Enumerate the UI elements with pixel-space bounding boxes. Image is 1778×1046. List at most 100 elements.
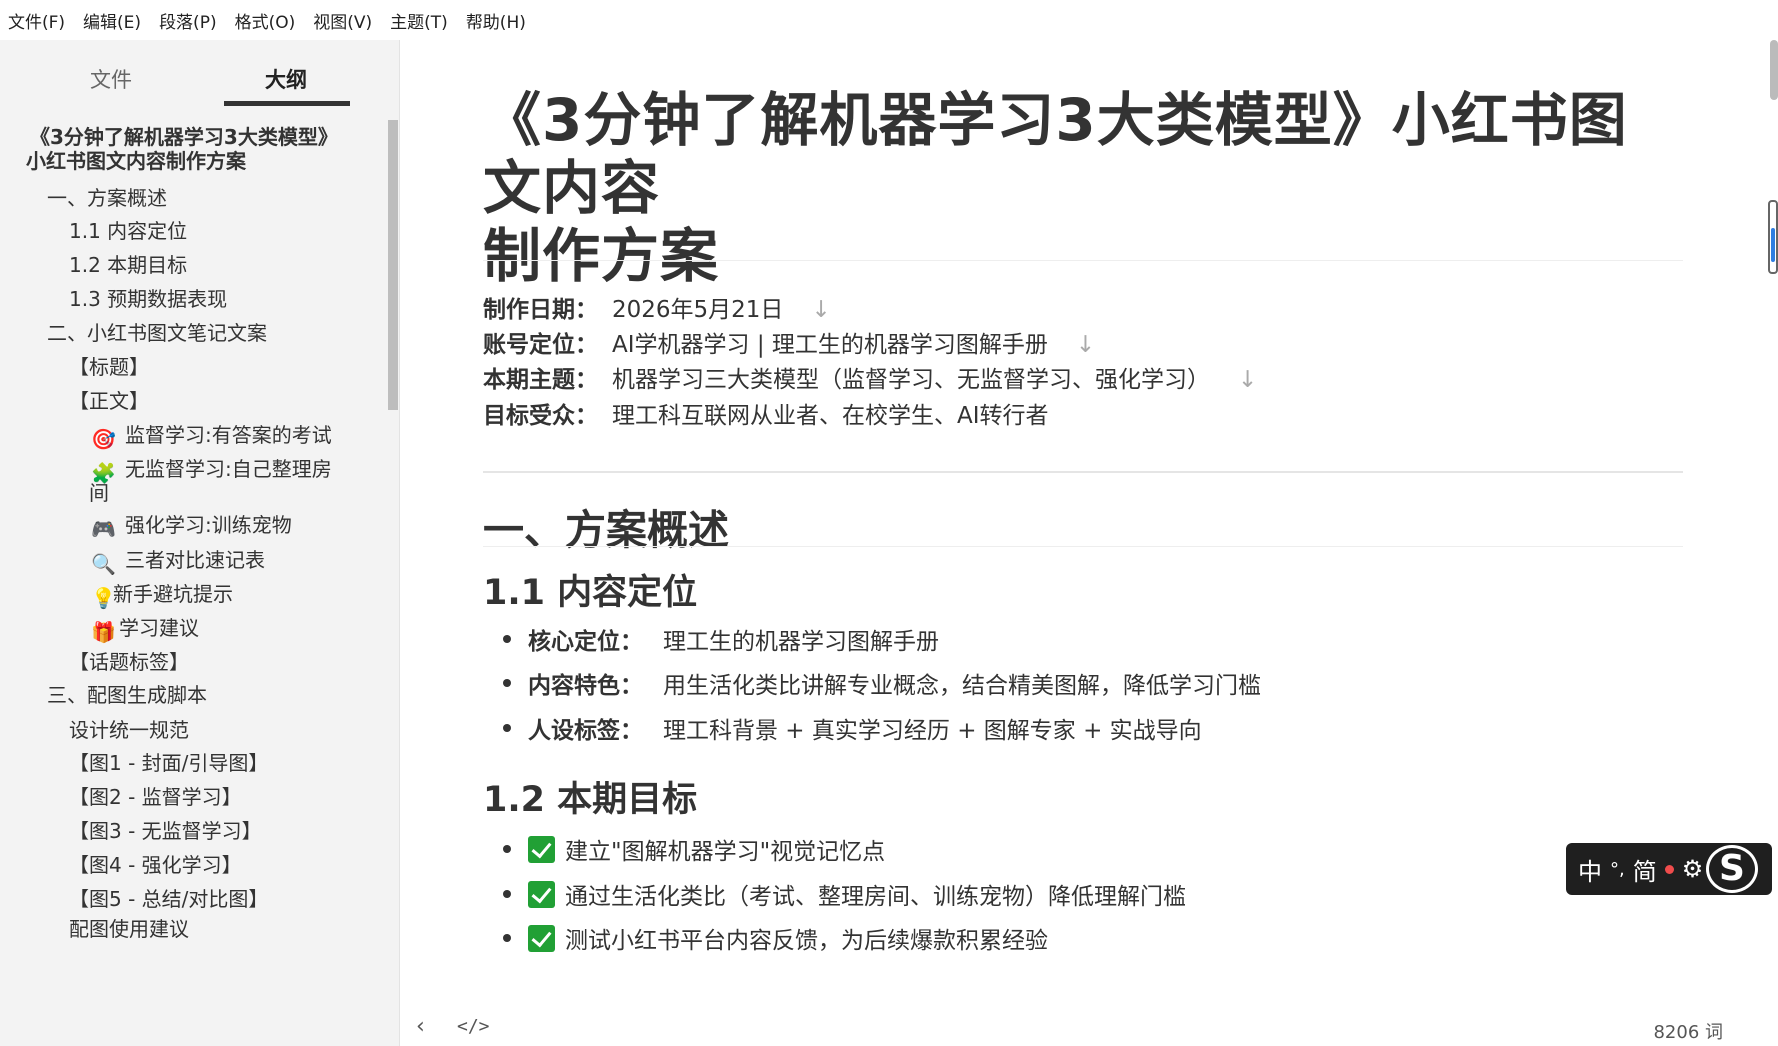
ime-logo-icon[interactable]: S xyxy=(1706,845,1758,893)
horizontal-rule xyxy=(483,471,1683,473)
editor-scrollbar-thumb[interactable] xyxy=(1770,40,1778,100)
sidebar-scrollbar[interactable] xyxy=(388,120,398,410)
word-count[interactable]: 8206 词 xyxy=(1653,1018,1723,1044)
meta-date: 制作日期： 2026年5月21日 ↓ xyxy=(483,290,831,324)
list-item-key: 人设标签： xyxy=(528,718,643,744)
heading-overview: 一、方案概述 xyxy=(483,506,729,554)
line-break-arrow-icon: ↓ xyxy=(811,297,831,323)
outline-item-goals[interactable]: 1.2 本期目标 xyxy=(69,252,187,278)
outline-item-fig5[interactable]: 【图5 - 总结/对比图】 xyxy=(69,886,268,912)
list-item: 通过生活化类比（考试、整理房间、训练宠物）降低理解门槛 xyxy=(503,877,1186,911)
document-title-line1: 《3分钟了解机器学习3大类模型》小红书图文内容 xyxy=(483,86,1628,222)
gear-icon[interactable]: ⚙ xyxy=(1682,855,1704,883)
outline-item-usage[interactable]: 配图使用建议 xyxy=(69,916,189,942)
sidebar-tabs: 文件 大纲 xyxy=(0,40,399,108)
outline-item-tags[interactable]: 【话题标签】 xyxy=(69,649,189,675)
tab-outline[interactable]: 大纲 xyxy=(265,64,307,94)
tab-files[interactable]: 文件 xyxy=(90,64,132,94)
meta-value: AI学机器学习 | 理工生的机器学习图解手册 xyxy=(612,332,1048,358)
line-break-arrow-icon: ↓ xyxy=(1238,367,1258,393)
outline-item-h1-script[interactable]: 三、配图生成脚本 xyxy=(47,682,207,708)
meta-account: 账号定位： AI学机器学习 | 理工生的机器学习图解手册 ↓ xyxy=(483,325,1095,359)
outline-item-unsupervised-cont[interactable]: 间 xyxy=(89,480,109,506)
outline-item-doc-title-cont[interactable]: 小红书图文内容制作方案 xyxy=(26,148,246,174)
checkmark-icon xyxy=(528,880,555,908)
source-code-toggle-icon[interactable]: </> xyxy=(457,1016,490,1037)
meta-value: 理工科互联网从业者、在校学生、AI转行者 xyxy=(612,403,1049,429)
outline-item-fig4[interactable]: 【图4 - 强化学习】 xyxy=(69,852,242,878)
outline-item-positioning[interactable]: 1.1 内容定位 xyxy=(69,218,187,244)
meta-key: 制作日期： xyxy=(483,297,598,323)
editor[interactable]: 《3分钟了解机器学习3大类模型》小红书图文内容 制作方案 制作日期： 2026年5… xyxy=(401,40,1771,1046)
list-item-value: 建立"图解机器学习"视觉记忆点 xyxy=(565,839,886,865)
menu-theme[interactable]: 主题(T) xyxy=(390,8,448,33)
gift-icon: 🎁 xyxy=(91,620,116,644)
bullet-icon xyxy=(503,934,511,942)
divider xyxy=(483,260,1683,261)
outline-item-fig1[interactable]: 【图1 - 封面/引导图】 xyxy=(69,750,268,776)
magnifier-icon: 🔍 xyxy=(91,552,116,576)
list-item-key: 内容特色： xyxy=(528,673,643,699)
outline-item-doc-title[interactable]: 《3分钟了解机器学习3大类模型》 xyxy=(30,124,338,150)
list-item-key: 核心定位： xyxy=(528,629,643,655)
outline-item-label: 无监督学习:自己整理房 xyxy=(125,457,332,481)
meta-audience: 目标受众： 理工科互联网从业者、在校学生、AI转行者 xyxy=(483,396,1049,430)
list-item-value: 测试小红书平台内容反馈，为后续爆款积累经验 xyxy=(565,928,1048,954)
ime-language-toggle[interactable]: 中 xyxy=(1578,852,1602,887)
outline-item-label: 三者对比速记表 xyxy=(125,548,265,572)
outline-item-tips[interactable]: 💡新手避坑提示 xyxy=(91,581,233,610)
checkmark-icon xyxy=(528,924,555,952)
document: 《3分钟了解机器学习3大类模型》小红书图文内容 制作方案 制作日期： 2026年5… xyxy=(483,86,1683,954)
lightbulb-icon: 💡 xyxy=(91,586,116,610)
document-title-line2: 制作方案 xyxy=(483,222,720,290)
outline-item-expected-data[interactable]: 1.3 预期数据表现 xyxy=(69,286,227,312)
outline-item-comparison[interactable]: 🔍 三者对比速记表 xyxy=(91,547,265,576)
bullet-icon xyxy=(503,890,511,898)
outline-item-label: 强化学习:训练宠物 xyxy=(125,513,292,537)
ime-punctuation-toggle[interactable]: °, xyxy=(1610,859,1625,880)
meta-key: 目标受众： xyxy=(483,403,598,429)
ime-toolbar[interactable]: 中 °, 简 ⚙ S xyxy=(1566,843,1772,895)
outline-item-design-spec[interactable]: 设计统一规范 xyxy=(69,717,189,743)
divider xyxy=(483,546,1683,547)
menu-bar: 文件(F) 编辑(E) 段落(P) 格式(O) 视图(V) 主题(T) 帮助(H… xyxy=(0,0,1778,40)
menu-view[interactable]: 视图(V) xyxy=(313,8,372,33)
line-break-arrow-icon: ↓ xyxy=(1075,332,1096,358)
outline-item-body-section[interactable]: 【正文】 xyxy=(69,388,149,414)
list-item-value: 理工科背景 + 真实学习经历 + 图解专家 + 实战导向 xyxy=(663,718,1202,744)
outline-item-unsupervised[interactable]: 🧩 无监督学习:自己整理房 xyxy=(91,456,332,485)
menu-paragraph[interactable]: 段落(P) xyxy=(159,8,217,33)
outline-item-h1-copy[interactable]: 二、小红书图文笔记文案 xyxy=(47,320,267,346)
meta-key: 账号定位： xyxy=(483,332,598,358)
heading-positioning: 1.1 内容定位 xyxy=(483,573,698,613)
menu-file[interactable]: 文件(F) xyxy=(8,8,65,33)
outline-item-label: 监督学习:有答案的考试 xyxy=(125,423,332,447)
outline-item-fig2[interactable]: 【图2 - 监督学习】 xyxy=(69,784,242,810)
meta-key: 本期主题： xyxy=(483,367,598,393)
back-chevron-icon[interactable]: ‹ xyxy=(416,1014,425,1039)
list-item: 建立"图解机器学习"视觉记忆点 xyxy=(503,832,885,866)
ime-script-toggle[interactable]: 简 xyxy=(1633,852,1657,887)
checkmark-icon xyxy=(528,835,555,863)
menu-edit[interactable]: 编辑(E) xyxy=(83,8,141,33)
scroll-position-indicator xyxy=(1771,228,1775,262)
gamepad-icon: 🎮 xyxy=(91,517,116,541)
editor-scrollbar-track[interactable] xyxy=(1768,40,1778,1046)
menu-format[interactable]: 格式(O) xyxy=(235,8,296,33)
sidebar: 文件 大纲 《3分钟了解机器学习3大类模型》 小红书图文内容制作方案 一、方案概… xyxy=(0,40,400,1046)
status-bar: ‹ </> 8206 词 xyxy=(401,1010,1771,1046)
meta-topic: 本期主题： 机器学习三大类模型（监督学习、无监督学习、强化学习） ↓ xyxy=(483,360,1257,394)
outline-item-reinforcement[interactable]: 🎮 强化学习:训练宠物 xyxy=(91,512,292,541)
active-tab-indicator xyxy=(224,101,350,106)
outline-item-title-section[interactable]: 【标题】 xyxy=(69,354,149,380)
outline-item-h1-overview[interactable]: 一、方案概述 xyxy=(47,185,167,211)
list-item-value: 理工生的机器学习图解手册 xyxy=(663,629,939,655)
outline-item-advice[interactable]: 🎁 学习建议 xyxy=(91,615,199,644)
outline-item-supervised[interactable]: 🎯 监督学习:有答案的考试 xyxy=(91,422,332,451)
menu-help[interactable]: 帮助(H) xyxy=(466,8,526,33)
list-item-value: 通过生活化类比（考试、整理房间、训练宠物）降低理解门槛 xyxy=(565,884,1186,910)
heading-goals: 1.2 本期目标 xyxy=(483,780,698,820)
bullet-icon xyxy=(503,679,511,687)
outline-item-fig3[interactable]: 【图3 - 无监督学习】 xyxy=(69,818,262,844)
list-item: 测试小红书平台内容反馈，为后续爆款积累经验 xyxy=(503,921,1048,955)
